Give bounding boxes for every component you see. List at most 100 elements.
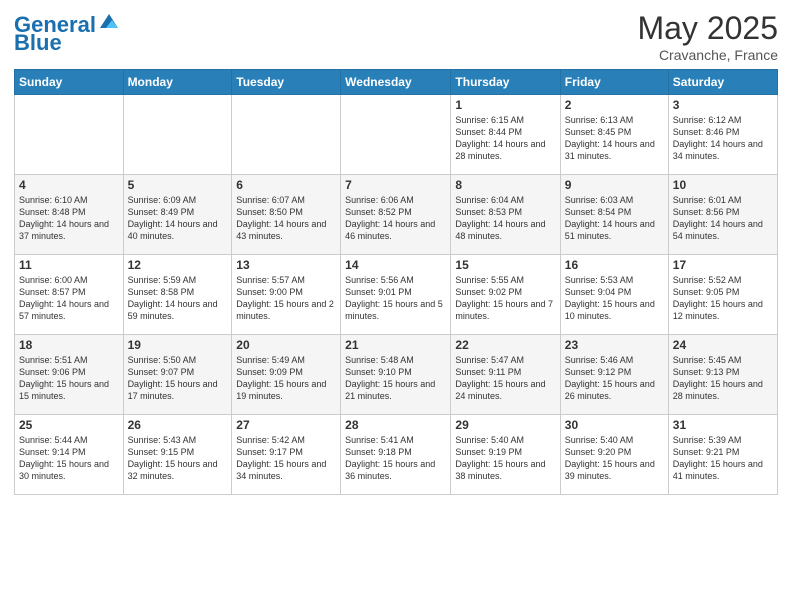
table-row: 29 Sunrise: 5:40 AM Sunset: 9:19 PM Dayli… [451, 415, 560, 495]
table-row [341, 95, 451, 175]
table-row: 28 Sunrise: 5:41 AM Sunset: 9:18 PM Dayli… [341, 415, 451, 495]
day-info: Sunrise: 5:57 AM Sunset: 9:00 PM Dayligh… [236, 274, 336, 323]
day-number: 28 [345, 418, 446, 432]
day-info: Sunrise: 5:42 AM Sunset: 9:17 PM Dayligh… [236, 434, 336, 483]
table-row: 10 Sunrise: 6:01 AM Sunset: 8:56 PM Dayli… [668, 175, 777, 255]
table-row: 14Sunrise: 5:56 AM Sunset: 9:01 PM Dayli… [341, 255, 451, 335]
table-row: 18 Sunrise: 5:51 AM Sunset: 9:06 PM Dayli… [15, 335, 124, 415]
day-info: Sunrise: 6:00 AM Sunset: 8:57 PM Dayligh… [19, 274, 119, 323]
month-year: May 2025 [637, 10, 778, 47]
logo: General Blue [14, 14, 120, 54]
day-info: Sunrise: 5:47 AM Sunset: 9:11 PM Dayligh… [455, 354, 555, 403]
table-row: 20 Sunrise: 5:49 AM Sunset: 9:09 PM Dayli… [232, 335, 341, 415]
table-row: 3 Sunrise: 6:12 AM Sunset: 8:46 PM Daylig… [668, 95, 777, 175]
day-info: Sunrise: 5:49 AM Sunset: 9:09 PM Dayligh… [236, 354, 336, 403]
table-row: 5 Sunrise: 6:09 AM Sunset: 8:49 PM Daylig… [123, 175, 232, 255]
day-info: Sunrise: 5:39 AM Sunset: 9:21 PM Dayligh… [673, 434, 773, 483]
day-number: 6 [236, 178, 336, 192]
day-number: 23 [565, 338, 664, 352]
day-info: Sunrise: 5:59 AM Sunset: 8:58 PM Dayligh… [128, 274, 228, 323]
table-row: 25Sunrise: 5:44 AM Sunset: 9:14 PM Dayli… [15, 415, 124, 495]
day-number: 15 [455, 258, 555, 272]
title-block: May 2025 Cravanche, France [637, 10, 778, 63]
day-number: 13 [236, 258, 336, 272]
day-number: 18 [19, 338, 119, 352]
day-info: Sunrise: 5:53 AM Sunset: 9:04 PM Dayligh… [565, 274, 664, 323]
col-monday: Monday [123, 70, 232, 95]
table-row: 16 Sunrise: 5:53 AM Sunset: 9:04 PM Dayli… [560, 255, 668, 335]
day-number: 27 [236, 418, 336, 432]
day-number: 12 [128, 258, 228, 272]
table-row: 9 Sunrise: 6:03 AM Sunset: 8:54 PM Daylig… [560, 175, 668, 255]
day-info: Sunrise: 5:43 AM Sunset: 9:15 PM Dayligh… [128, 434, 228, 483]
day-info: Sunrise: 5:41 AM Sunset: 9:18 PM Dayligh… [345, 434, 446, 483]
day-number: 19 [128, 338, 228, 352]
col-wednesday: Wednesday [341, 70, 451, 95]
day-number: 8 [455, 178, 555, 192]
day-info: Sunrise: 5:40 AM Sunset: 9:19 PM Dayligh… [455, 434, 555, 483]
day-number: 31 [673, 418, 773, 432]
table-row: 12 Sunrise: 5:59 AM Sunset: 8:58 PM Dayli… [123, 255, 232, 335]
table-row: 27 Sunrise: 5:42 AM Sunset: 9:17 PM Dayli… [232, 415, 341, 495]
table-row: 11 Sunrise: 6:00 AM Sunset: 8:57 PM Dayli… [15, 255, 124, 335]
col-thursday: Thursday [451, 70, 560, 95]
day-info: Sunrise: 6:13 AM Sunset: 8:45 PM Dayligh… [565, 114, 664, 163]
table-row [15, 95, 124, 175]
day-info: Sunrise: 6:06 AM Sunset: 8:52 PM Dayligh… [345, 194, 446, 243]
table-row: 1Sunrise: 6:15 AM Sunset: 8:44 PM Daylig… [451, 95, 560, 175]
day-number: 21 [345, 338, 446, 352]
day-number: 1 [455, 98, 555, 112]
day-number: 10 [673, 178, 773, 192]
location: Cravanche, France [637, 47, 778, 63]
day-info: Sunrise: 6:03 AM Sunset: 8:54 PM Dayligh… [565, 194, 664, 243]
table-row: 19 Sunrise: 5:50 AM Sunset: 9:07 PM Dayli… [123, 335, 232, 415]
day-info: Sunrise: 6:10 AM Sunset: 8:48 PM Dayligh… [19, 194, 119, 243]
table-row: 2Sunrise: 6:13 AM Sunset: 8:45 PM Daylig… [560, 95, 668, 175]
logo-icon [98, 10, 120, 32]
day-number: 16 [565, 258, 664, 272]
table-row: 24 Sunrise: 5:45 AM Sunset: 9:13 PM Dayli… [668, 335, 777, 415]
day-info: Sunrise: 5:46 AM Sunset: 9:12 PM Dayligh… [565, 354, 664, 403]
header: General Blue May 2025 Cravanche, France [14, 10, 778, 63]
day-info: Sunrise: 6:09 AM Sunset: 8:49 PM Dayligh… [128, 194, 228, 243]
day-info: Sunrise: 5:48 AM Sunset: 9:10 PM Dayligh… [345, 354, 446, 403]
calendar-table: Sunday Monday Tuesday Wednesday Thursday… [14, 69, 778, 495]
day-info: Sunrise: 5:55 AM Sunset: 9:02 PM Dayligh… [455, 274, 555, 323]
page: General Blue May 2025 Cravanche, France … [0, 0, 792, 612]
calendar-week-row: 11 Sunrise: 6:00 AM Sunset: 8:57 PM Dayli… [15, 255, 778, 335]
calendar-week-row: 4 Sunrise: 6:10 AM Sunset: 8:48 PM Daylig… [15, 175, 778, 255]
day-info: Sunrise: 6:12 AM Sunset: 8:46 PM Dayligh… [673, 114, 773, 163]
table-row: 21 Sunrise: 5:48 AM Sunset: 9:10 PM Dayli… [341, 335, 451, 415]
day-info: Sunrise: 6:07 AM Sunset: 8:50 PM Dayligh… [236, 194, 336, 243]
table-row: 4 Sunrise: 6:10 AM Sunset: 8:48 PM Daylig… [15, 175, 124, 255]
day-number: 3 [673, 98, 773, 112]
day-number: 25 [19, 418, 119, 432]
day-number: 24 [673, 338, 773, 352]
table-row: 17Sunrise: 5:52 AM Sunset: 9:05 PM Dayli… [668, 255, 777, 335]
table-row: 7Sunrise: 6:06 AM Sunset: 8:52 PM Daylig… [341, 175, 451, 255]
table-row: 6 Sunrise: 6:07 AM Sunset: 8:50 PM Daylig… [232, 175, 341, 255]
day-number: 20 [236, 338, 336, 352]
day-number: 5 [128, 178, 228, 192]
day-info: Sunrise: 5:40 AM Sunset: 9:20 PM Dayligh… [565, 434, 664, 483]
day-info: Sunrise: 5:50 AM Sunset: 9:07 PM Dayligh… [128, 354, 228, 403]
day-number: 9 [565, 178, 664, 192]
day-info: Sunrise: 6:01 AM Sunset: 8:56 PM Dayligh… [673, 194, 773, 243]
day-info: Sunrise: 5:45 AM Sunset: 9:13 PM Dayligh… [673, 354, 773, 403]
day-number: 30 [565, 418, 664, 432]
table-row: 31 Sunrise: 5:39 AM Sunset: 9:21 PM Dayli… [668, 415, 777, 495]
table-row: 30 Sunrise: 5:40 AM Sunset: 9:20 PM Dayli… [560, 415, 668, 495]
table-row: 22Sunrise: 5:47 AM Sunset: 9:11 PM Dayli… [451, 335, 560, 415]
day-number: 4 [19, 178, 119, 192]
table-row: 15 Sunrise: 5:55 AM Sunset: 9:02 PM Dayli… [451, 255, 560, 335]
day-info: Sunrise: 5:51 AM Sunset: 9:06 PM Dayligh… [19, 354, 119, 403]
table-row: 8Sunrise: 6:04 AM Sunset: 8:53 PM Daylig… [451, 175, 560, 255]
day-info: Sunrise: 5:56 AM Sunset: 9:01 PM Dayligh… [345, 274, 446, 323]
calendar-week-row: 18 Sunrise: 5:51 AM Sunset: 9:06 PM Dayli… [15, 335, 778, 415]
table-row: 23 Sunrise: 5:46 AM Sunset: 9:12 PM Dayli… [560, 335, 668, 415]
table-row: 26Sunrise: 5:43 AM Sunset: 9:15 PM Dayli… [123, 415, 232, 495]
col-tuesday: Tuesday [232, 70, 341, 95]
day-number: 29 [455, 418, 555, 432]
day-number: 11 [19, 258, 119, 272]
day-info: Sunrise: 5:52 AM Sunset: 9:05 PM Dayligh… [673, 274, 773, 323]
